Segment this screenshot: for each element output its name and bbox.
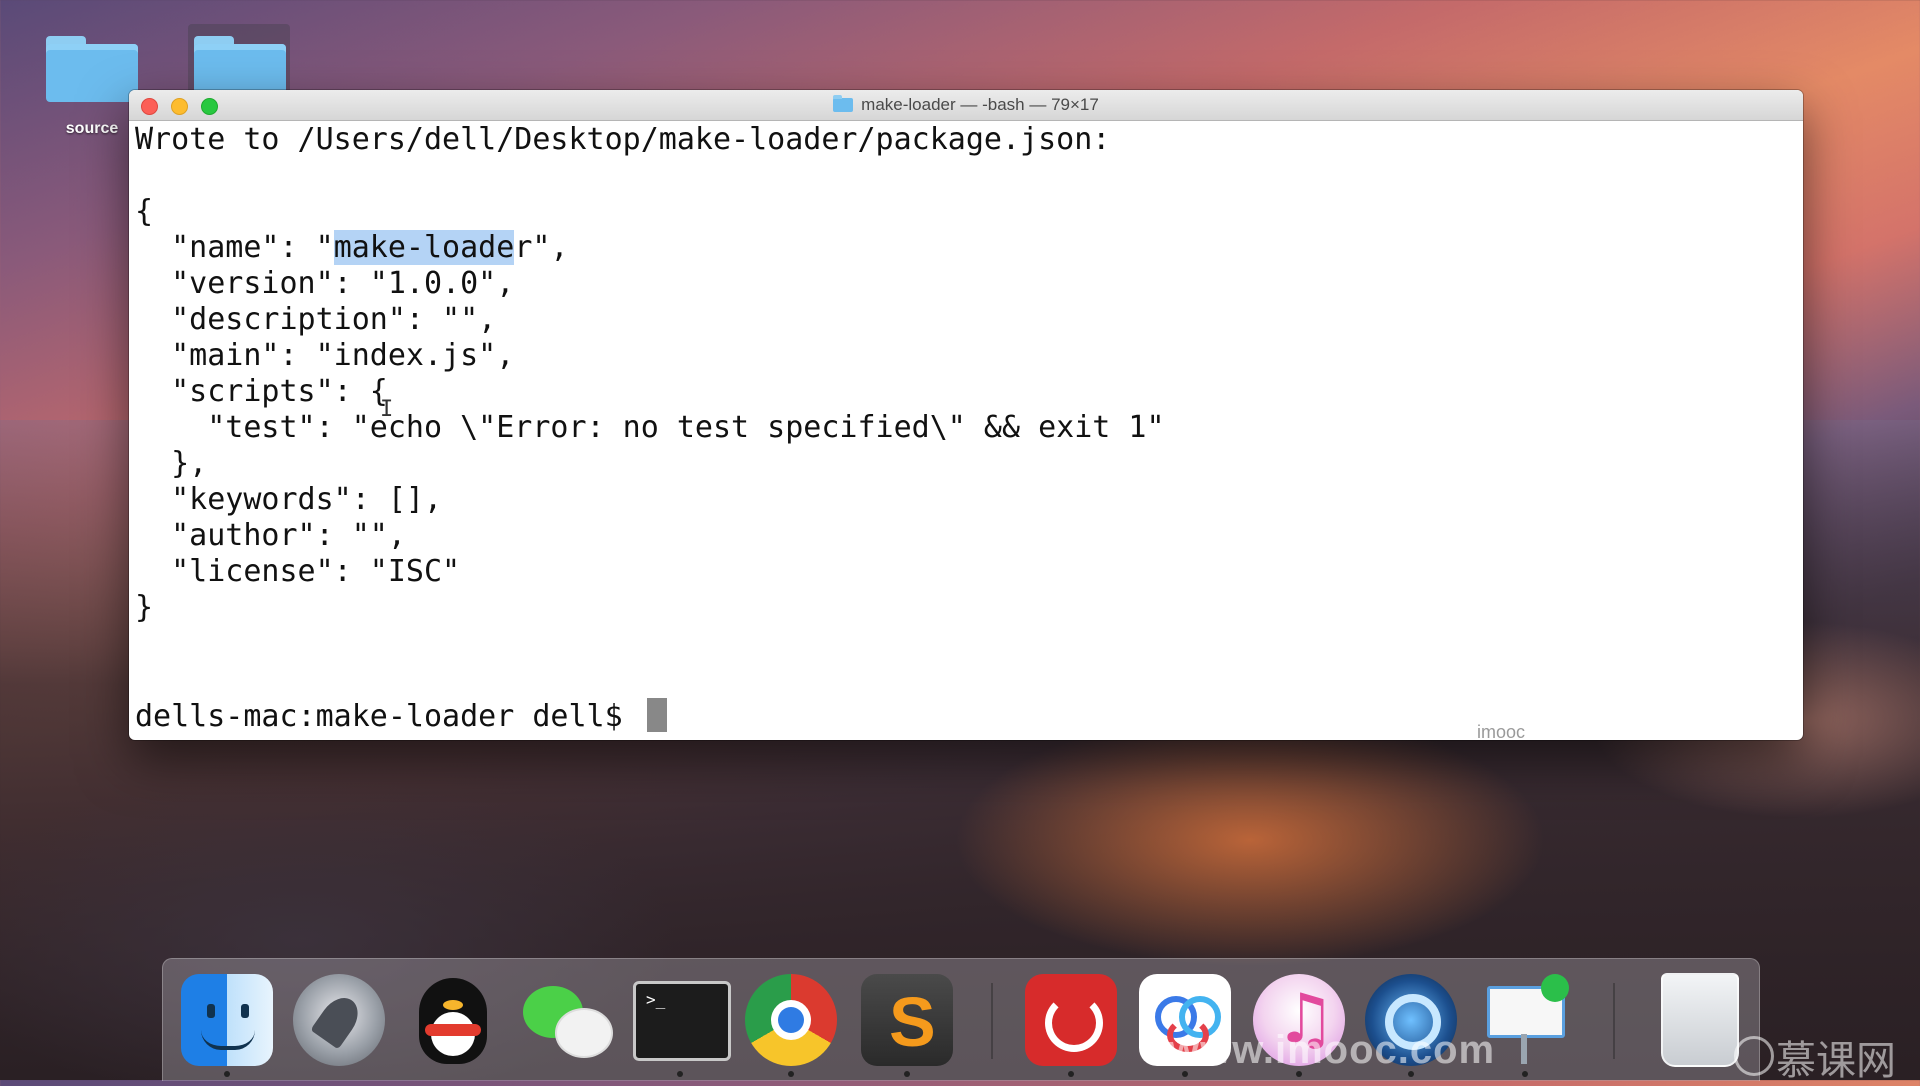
sublime-text-icon[interactable]: S xyxy=(861,974,953,1066)
terminal-line: "license": "ISC" xyxy=(135,554,461,589)
terminal-line: Wrote to /Users/dell/Desktop/make-loader… xyxy=(135,122,1111,157)
text-cursor xyxy=(646,698,667,732)
chrome-icon[interactable] xyxy=(745,974,837,1066)
terminal-line: }, xyxy=(135,446,208,481)
terminal-line: "description": "", xyxy=(135,302,497,337)
imooc-watermark: imooc xyxy=(1477,722,1526,740)
site-watermark-url: www.imooc.com xyxy=(1168,1028,1496,1072)
terminal-window[interactable]: make-loader — -bash — 79×17 Wrote to /Us… xyxy=(129,90,1803,740)
running-indicator xyxy=(904,1071,910,1077)
launchpad-icon[interactable] xyxy=(293,974,385,1066)
dock-separator xyxy=(991,983,993,1059)
desktop-folder-label: source xyxy=(65,120,119,137)
terminal-line: "test": "echo \"Error: no test specified… xyxy=(135,410,1165,445)
terminal-line: "scripts": { xyxy=(135,374,388,409)
trash-icon[interactable] xyxy=(1661,973,1739,1067)
terminal-line: "keywords": [], xyxy=(135,482,443,517)
ibeam-cursor-icon: I xyxy=(380,397,394,422)
terminal-line: "main": "index.js", xyxy=(135,338,515,373)
terminal-prompt-line[interactable]: dells-mac:make-loader dell$ xyxy=(135,698,667,734)
running-indicator xyxy=(1522,1071,1528,1077)
running-indicator xyxy=(224,1071,230,1077)
dock-separator xyxy=(1613,983,1615,1059)
terminal-line-name: "name": "make-loader", xyxy=(135,230,569,265)
running-indicator xyxy=(788,1071,794,1077)
terminal-icon[interactable]: >_ xyxy=(633,981,731,1061)
window-title: make-loader — -bash — 79×17 xyxy=(861,95,1099,114)
terminal-output[interactable]: Wrote to /Users/dell/Desktop/make-loader… xyxy=(135,120,1795,740)
window-title-bar[interactable]: make-loader — -bash — 79×17 xyxy=(129,90,1803,121)
imooc-logo-icon xyxy=(1734,1036,1774,1076)
terminal-line: "author": "", xyxy=(135,518,406,553)
running-indicator xyxy=(1068,1071,1074,1077)
text-selection: make-loade xyxy=(333,230,515,265)
netease-music-icon[interactable] xyxy=(1025,974,1117,1066)
terminal-line: { xyxy=(135,194,154,229)
running-indicator xyxy=(677,1071,683,1077)
finder-icon[interactable] xyxy=(181,974,273,1066)
qq-icon[interactable] xyxy=(407,974,499,1066)
shell-prompt: dells-mac:make-loader dell$ xyxy=(135,699,641,734)
site-watermark-cn: 慕课网 xyxy=(1776,1038,1896,1084)
dock: >_ S ♫ xyxy=(162,958,1760,1081)
wechat-icon[interactable] xyxy=(519,974,613,1066)
terminal-line: } xyxy=(135,590,154,625)
terminal-line: "version": "1.0.0", xyxy=(135,266,515,301)
folder-icon xyxy=(833,95,854,112)
